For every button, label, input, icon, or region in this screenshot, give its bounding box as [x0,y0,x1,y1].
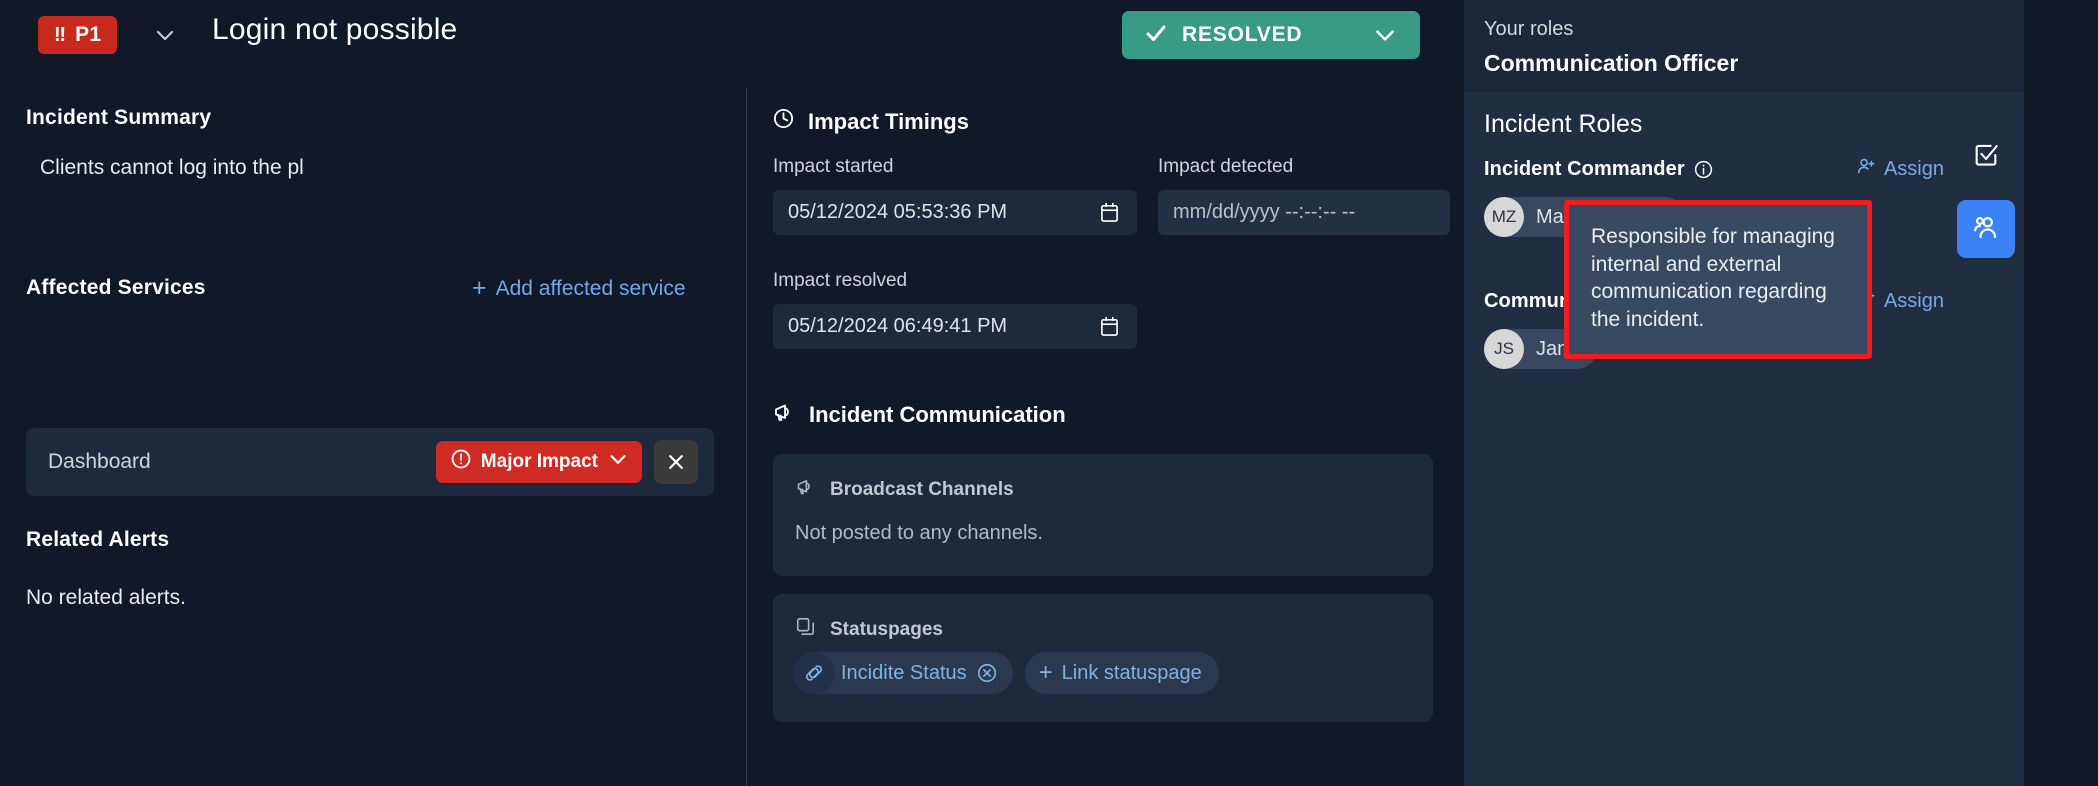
remove-service-button[interactable] [654,440,698,484]
megaphone-icon [772,400,796,430]
role-name: Incident Commander [1484,158,1685,180]
impact-started-value: 05/12/2024 05:53:36 PM [788,201,1008,223]
incident-header: ‼ P1 Login not possible RESOLVED [0,0,1450,70]
your-roles-label: Your roles [1484,18,1574,40]
statuspage-chip[interactable]: Incidite Status [793,652,1013,694]
people-icon [1971,212,2001,247]
add-affected-service-label: Add affected service [495,276,686,300]
statuspage-chip-label: Incidite Status [841,661,967,684]
calendar-icon[interactable] [1100,316,1119,337]
calendar-icon[interactable] [1100,202,1119,223]
priority-label: P1 [75,23,102,46]
main-content: ‼ P1 Login not possible RESOLVED Inciden… [0,0,1450,786]
clock-icon [772,107,795,136]
impact-level-dropdown[interactable]: Major Impact [435,441,642,483]
panel-gap [1450,0,1464,786]
avatar: MZ [1484,197,1524,237]
impact-timings-heading: Impact Timings [772,107,969,136]
role-description-tooltip: Responsible for managing internal and ex… [1564,200,1872,359]
statuspages-card: Statuspages Incidite Status + Link statu… [773,594,1433,722]
statuspages-chip-list: Incidite Status + Link statuspage [793,652,1219,694]
status-label: RESOLVED [1182,23,1303,46]
impact-timings-label: Impact Timings [808,108,969,134]
incident-summary-text: Clients cannot log into the pl [40,156,304,179]
broadcast-channels-label: Broadcast Channels [830,478,1014,500]
link-icon [793,652,835,694]
impact-started-input[interactable]: 05/12/2024 05:53:36 PM [773,190,1137,235]
impact-resolved-value: 05/12/2024 06:49:41 PM [788,315,1008,337]
rail-button-roles[interactable] [1957,200,2015,258]
right-sidebar: Your roles Communication Officer Inciden… [1464,0,2024,786]
incident-roles-heading: Incident Roles [1484,110,1643,138]
impact-resolved-input[interactable]: 05/12/2024 06:49:41 PM [773,304,1137,349]
broadcast-channels-card: Broadcast Channels Not posted to any cha… [773,454,1433,576]
affected-service-row: Dashboard Major Impact [26,428,714,496]
incident-communication-label: Incident Communication [809,402,1066,427]
broadcast-channels-empty: Not posted to any channels. [795,522,1043,544]
incident-summary-heading: Incident Summary [26,106,212,129]
add-affected-service-button[interactable]: + Add affected service [472,276,686,301]
chevron-down-icon [607,448,629,476]
plus-icon: + [472,274,487,302]
double-exclamation-icon: ‼ [54,23,66,46]
sidebar-icon-rail [1950,0,2024,786]
service-name: Dashboard [48,450,151,473]
info-circle-icon[interactable] [1693,159,1714,180]
copy-icon [795,616,816,643]
checkbox-checked-icon [1972,141,2000,174]
impact-detected-input[interactable]: mm/dd/yyyy --:--:-- -- [1158,190,1450,235]
link-statuspage-label: Link statuspage [1061,661,1202,684]
chevron-down-icon[interactable] [148,20,182,50]
person-plus-icon [1856,156,1877,183]
rail-button-tasks[interactable] [1957,128,2015,186]
impact-detected-placeholder: mm/dd/yyyy --:--:-- -- [1173,201,1356,223]
incident-detail-page: ‼ P1 Login not possible RESOLVED Inciden… [0,0,2098,786]
avatar: JS [1484,329,1524,369]
alert-circle-icon [450,448,472,476]
priority-badge[interactable]: ‼ P1 [38,16,118,54]
check-icon [1144,21,1168,49]
megaphone-icon [795,476,816,503]
incident-communication-heading: Incident Communication [772,400,1066,430]
affected-services-heading: Affected Services [26,276,206,299]
related-alerts-heading: Related Alerts [26,528,170,551]
role-header: Incident Commander Assign [1484,156,1944,183]
plus-icon: + [1038,659,1053,686]
column-divider [746,88,747,786]
assign-label: Assign [1883,158,1944,180]
related-alerts-empty: No related alerts. [26,586,186,609]
incident-roles-section: Incident Roles Incident Commander Assign [1464,92,2024,786]
statuspages-title: Statuspages [795,616,943,643]
x-circle-icon[interactable] [976,662,998,684]
assign-label: Assign [1883,290,1944,312]
link-statuspage-button[interactable]: + Link statuspage [1024,652,1219,694]
assign-button-incident-commander[interactable]: Assign [1856,156,1944,183]
status-button[interactable]: RESOLVED [1122,11,1420,59]
broadcast-channels-title: Broadcast Channels [795,476,1014,503]
impact-level-label: Major Impact [480,451,598,472]
impact-resolved-label: Impact resolved [773,270,908,291]
your-role-value: Communication Officer [1484,50,1739,76]
page-title: Login not possible [212,13,458,46]
impact-detected-label: Impact detected [1158,156,1294,177]
impact-started-label: Impact started [773,156,894,177]
chevron-down-icon[interactable] [1372,22,1398,48]
statuspages-label: Statuspages [830,618,943,640]
